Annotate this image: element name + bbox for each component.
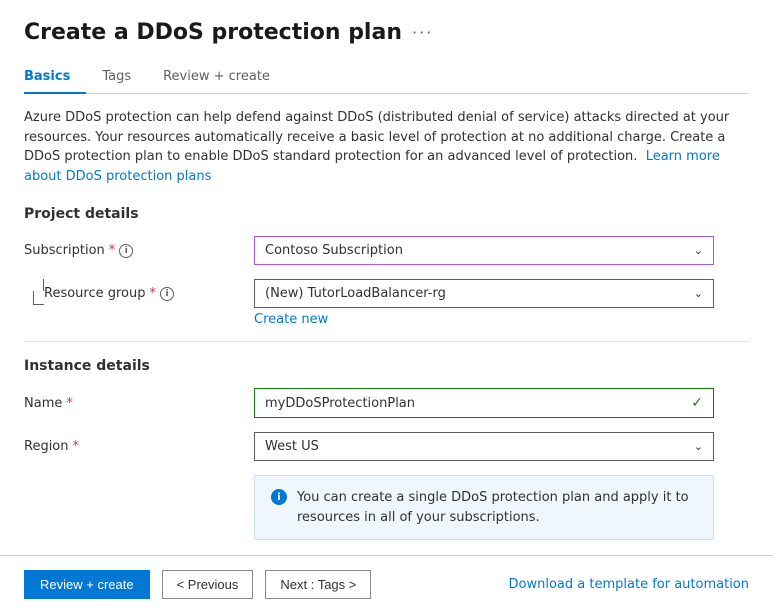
section-instance-details: Instance details: [24, 358, 749, 374]
region-required: *: [73, 439, 80, 454]
resource-group-required: *: [150, 286, 157, 301]
subscription-info-icon[interactable]: i: [119, 244, 133, 258]
subscription-control: Contoso Subscription ⌄: [254, 236, 714, 265]
info-circle-icon: i: [271, 489, 287, 505]
resource-group-info-icon[interactable]: i: [160, 287, 174, 301]
ellipsis-menu[interactable]: ···: [412, 23, 433, 42]
footer: Review + create < Previous Next : Tags >…: [0, 555, 773, 613]
region-control: West US ⌄: [254, 432, 714, 461]
review-create-button[interactable]: Review + create: [24, 570, 150, 599]
subscription-select[interactable]: Contoso Subscription ⌄: [254, 236, 714, 265]
subscription-row: Subscription * i Contoso Subscription ⌄: [24, 236, 749, 265]
resource-group-select[interactable]: (New) TutorLoadBalancer-rg ⌄: [254, 279, 714, 308]
subscription-chevron-icon: ⌄: [694, 244, 703, 257]
section-project-details: Project details: [24, 206, 749, 222]
region-label: Region *: [24, 439, 254, 454]
name-check-icon: ✓: [691, 395, 703, 411]
region-select[interactable]: West US ⌄: [254, 432, 714, 461]
tab-review-create[interactable]: Review + create: [147, 61, 286, 94]
region-row: Region * West US ⌄: [24, 432, 749, 461]
name-label: Name *: [24, 396, 254, 411]
resource-group-label: Resource group * i: [44, 279, 254, 301]
description-text: Azure DDoS protection can help defend ag…: [24, 108, 744, 186]
previous-button[interactable]: < Previous: [162, 570, 254, 599]
region-chevron-icon: ⌄: [694, 440, 703, 453]
subscription-label: Subscription * i: [24, 243, 254, 258]
name-select[interactable]: myDDoSProtectionPlan ✓: [254, 388, 714, 418]
tab-basics[interactable]: Basics: [24, 61, 86, 94]
name-row: Name * myDDoSProtectionPlan ✓: [24, 388, 749, 418]
download-template-link[interactable]: Download a template for automation: [509, 577, 749, 592]
info-box: i You can create a single DDoS protectio…: [254, 475, 714, 540]
info-box-text: You can create a single DDoS protection …: [297, 488, 697, 527]
resource-group-chevron-icon: ⌄: [694, 287, 703, 300]
page-title: Create a DDoS protection plan: [24, 20, 402, 45]
name-required: *: [66, 396, 73, 411]
tab-tags[interactable]: Tags: [86, 61, 147, 94]
name-control: myDDoSProtectionPlan ✓: [254, 388, 714, 418]
resource-group-row: Resource group * i (New) TutorLoadBalanc…: [24, 279, 749, 327]
create-new-link[interactable]: Create new: [254, 312, 714, 327]
next-button[interactable]: Next : Tags >: [265, 570, 371, 599]
section-divider: [24, 341, 749, 342]
tabs-bar: Basics Tags Review + create: [24, 61, 749, 94]
resource-group-control: (New) TutorLoadBalancer-rg ⌄ Create new: [254, 279, 714, 327]
subscription-required: *: [109, 243, 116, 258]
content-area: Azure DDoS protection can help defend ag…: [24, 94, 749, 555]
